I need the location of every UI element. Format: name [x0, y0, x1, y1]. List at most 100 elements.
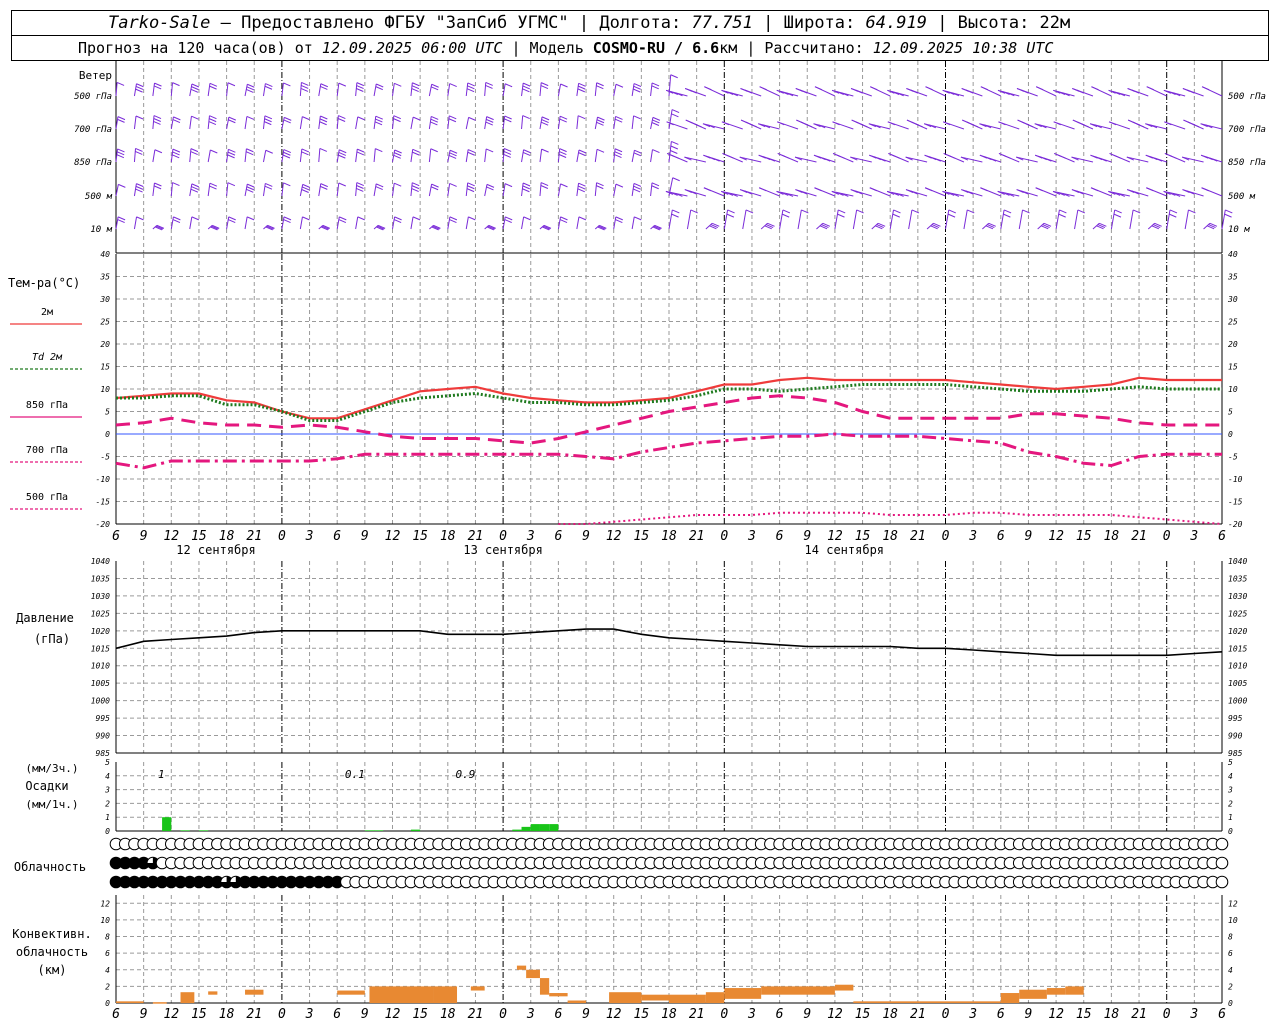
temperature-title: Тем-ра(°C)	[8, 276, 80, 290]
x-tick-label: 3	[968, 1007, 977, 1022]
x-tick-label: 18	[1104, 1007, 1120, 1022]
precip-bar	[374, 830, 384, 831]
y-tick-label: 8	[105, 933, 110, 942]
wind-barb	[813, 154, 836, 163]
wind-barb	[1145, 154, 1167, 163]
wind-barb	[465, 182, 475, 197]
legend-label: Td 2м	[32, 352, 63, 363]
wind-barb	[684, 189, 707, 197]
y-tick-label: 10	[100, 385, 110, 394]
wind-barb	[979, 154, 1001, 163]
wind-barb	[207, 182, 218, 197]
wind-barb	[926, 222, 941, 230]
wind-barb	[189, 216, 200, 230]
y-tick-label: 5	[105, 758, 110, 767]
y-tick-label: 30	[1227, 295, 1238, 304]
wind-barb	[262, 149, 273, 163]
wind-barb	[924, 154, 946, 163]
wind-barb	[594, 224, 607, 231]
precip-unit-1h: (мм/1ч.)	[26, 798, 79, 811]
y-tick-label: 0	[1228, 827, 1233, 836]
wind-barb	[502, 115, 512, 130]
precip-sum-label: 0.1	[345, 768, 365, 781]
wind-barb	[887, 89, 909, 97]
x-tick-label: 6	[997, 1007, 1005, 1022]
wind-barb	[814, 86, 836, 97]
wind-barb	[207, 224, 220, 231]
wind-barb	[373, 148, 383, 163]
wind-barb	[777, 152, 799, 163]
y-tick-label: 5	[1228, 408, 1233, 417]
precip-sum-label: 1	[158, 768, 165, 781]
x-tick-label: 15	[634, 1007, 650, 1022]
wind-barb	[666, 152, 688, 163]
wind-barb	[226, 116, 237, 130]
x-tick-label: 18	[882, 1007, 898, 1022]
y-tick-label: 1020	[91, 627, 110, 636]
precip-title: Осадки	[25, 779, 68, 793]
wind-barb	[133, 83, 144, 97]
convective-title: Конвективн.	[12, 927, 91, 941]
wind-barb	[1182, 88, 1204, 97]
y-tick-label: 25	[100, 318, 110, 327]
x-tick-label: 18	[661, 1007, 677, 1022]
wind-barb	[961, 189, 983, 197]
wind-barb	[336, 82, 347, 97]
wind-barb	[355, 148, 365, 163]
convective-bar	[834, 984, 854, 991]
wind-barb	[832, 152, 854, 163]
y-tick-label: 15	[100, 363, 110, 372]
wind-barb	[1146, 86, 1167, 97]
y-tick-label: 2	[105, 799, 110, 808]
y-tick-label: 12	[1228, 899, 1238, 908]
wind-barb	[1203, 222, 1218, 230]
wind-barb	[576, 182, 586, 197]
y-tick-label: 10	[100, 916, 110, 925]
wind-barb	[684, 88, 707, 97]
wind-barb	[410, 182, 420, 197]
y-tick-label: 1	[105, 813, 110, 822]
precip-bar	[549, 824, 559, 831]
wind-barb	[905, 156, 928, 163]
wind-barb	[244, 115, 255, 130]
y-tick-label: 1040	[91, 557, 110, 566]
y-tick-label: 0	[105, 827, 110, 836]
wind-barb	[226, 216, 236, 230]
convective-bar	[761, 986, 835, 995]
wind-barb	[850, 156, 872, 163]
convective-bar	[369, 986, 434, 1003]
wind-title: Ветер	[79, 69, 112, 82]
wind-barb	[650, 224, 662, 231]
x-tick-label: 15	[855, 529, 871, 544]
wind-barb	[336, 149, 347, 163]
wind-barb	[942, 121, 965, 130]
wind-barb	[979, 123, 1001, 130]
wind-barb	[1016, 189, 1038, 197]
y-tick-label: 985	[96, 749, 111, 758]
y-tick-label: 0	[105, 430, 110, 439]
wind-barb	[189, 83, 200, 97]
wind-barb	[115, 116, 126, 130]
wind-barb	[1071, 156, 1094, 163]
wind-barb	[1200, 154, 1223, 163]
wind-barb	[795, 189, 817, 197]
x-tick-label: 9	[361, 1007, 369, 1022]
x-tick-label: 15	[412, 529, 428, 544]
wind-barb	[1184, 209, 1196, 230]
precip-unit-3h: (мм/3ч.)	[26, 762, 79, 775]
wind-barb	[1182, 189, 1204, 197]
wind-barb	[963, 209, 975, 230]
legend-label: 700 гПа	[26, 445, 68, 456]
wind-barb	[539, 182, 549, 197]
x-tick-label: 15	[191, 1007, 207, 1022]
wind-barb	[281, 182, 291, 197]
wind-barb	[1071, 189, 1094, 197]
wind-barb	[152, 149, 163, 163]
wind-barb	[318, 224, 331, 231]
y-tick-label: 1040	[1228, 557, 1247, 566]
wind-barb	[1108, 121, 1130, 130]
y-tick-label: 985	[1228, 749, 1243, 758]
wind-barb	[244, 183, 255, 197]
wind-barb	[1053, 121, 1075, 130]
y-tick-label: -15	[1228, 498, 1243, 507]
